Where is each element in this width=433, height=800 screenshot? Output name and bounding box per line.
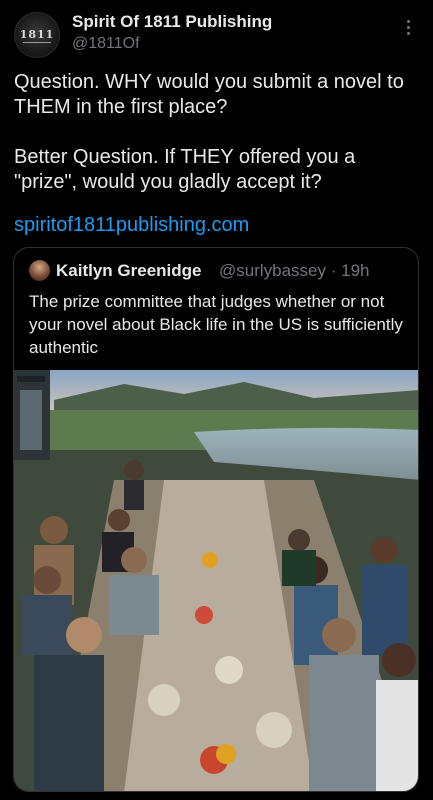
quoted-tweet-photo[interactable] (14, 370, 419, 792)
avatar-logo-text: 1811 (19, 28, 55, 41)
tweet-text: Question. WHY would you submit a novel t… (14, 71, 404, 193)
tweet-header: 1811 Spirit Of 1811 Publishing @1811Of (14, 10, 419, 58)
quoted-author-meta: @surlybassey · 19h (219, 261, 370, 280)
quoted-author-handle: @surlybassey (219, 261, 327, 280)
author-name[interactable]: Spirit Of 1811 Publishing (72, 12, 272, 32)
more-options-icon[interactable] (401, 20, 415, 40)
author-handle[interactable]: @1811Of (72, 35, 140, 53)
author-avatar[interactable]: 1811 (14, 12, 60, 58)
quoted-tweet-text: The prize committee that judges whether … (29, 292, 403, 357)
quoted-author-name: Kaitlyn Greenidge (56, 261, 202, 280)
tweet-link[interactable]: spiritof1811publishing.com (14, 214, 249, 237)
quoted-author-avatar (29, 260, 50, 281)
quoted-tweet-time: 19h (341, 261, 370, 280)
quoted-tweet[interactable]: Kaitlyn Greenidge @surlybassey · 19h The… (13, 247, 419, 792)
